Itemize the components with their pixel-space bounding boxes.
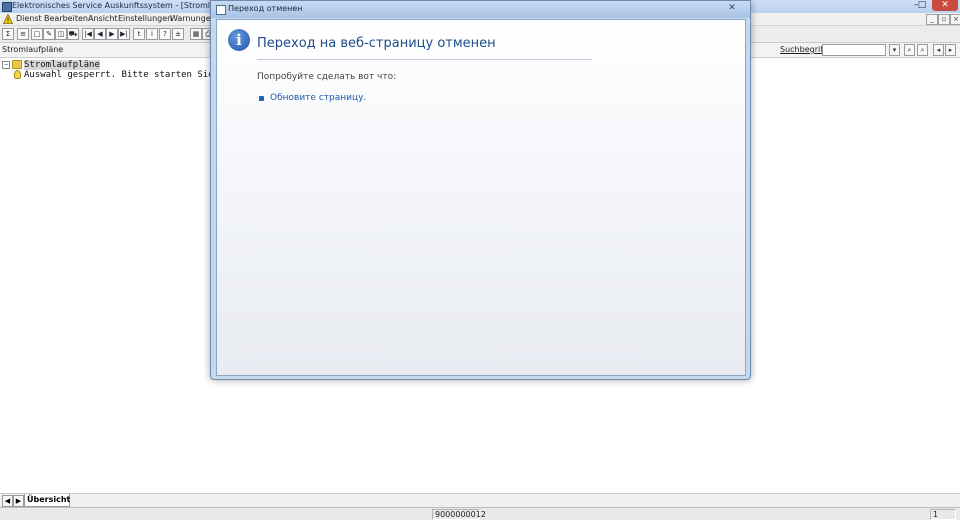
dialog-heading: Переход на веб-страницу отменен — [257, 36, 496, 51]
mdi-restore-button[interactable]: ▫ — [938, 14, 950, 25]
dialog-title-bar: Переход отменен ✕ — [211, 1, 750, 18]
menu-ansicht[interactable]: Ansicht — [88, 14, 118, 23]
close-button[interactable]: ✕ — [932, 0, 958, 11]
divider — [257, 59, 592, 60]
search-dropdown-icon[interactable]: ▾ — [889, 44, 900, 56]
dialog-window-icon — [216, 5, 226, 15]
find-next-icon[interactable]: ⌕ — [917, 44, 928, 56]
plus-minus-icon[interactable]: ± — [172, 28, 184, 40]
status-code: 9000000012 — [432, 509, 486, 520]
info-icon: i — [228, 29, 250, 51]
dialog-body: i Переход на веб-страницу отменен Попроб… — [216, 19, 746, 376]
prev-icon[interactable]: ◀ — [94, 28, 106, 40]
tree-view: − Stromlaufpläne Auswahl gesperrt. Bitte … — [0, 59, 214, 99]
car-icon[interactable]: ⛟ — [67, 28, 79, 40]
maximize-button[interactable]: □ — [912, 0, 932, 11]
tab-next-icon[interactable]: ▶ — [13, 495, 24, 507]
tree-child-item[interactable]: Auswahl gesperrt. Bitte starten Sie — [14, 70, 214, 80]
tree-child-label: Auswahl gesperrt. Bitte starten Sie — [24, 70, 214, 80]
page-icon[interactable]: □ — [31, 28, 43, 40]
bullet-icon — [259, 96, 264, 101]
menu-bearbeiten[interactable]: Bearbeiten — [44, 14, 88, 23]
suggestion-text: Попробуйте сделать вот что: — [257, 72, 397, 82]
tree-root-item[interactable]: − Stromlaufpläne — [2, 60, 100, 70]
menu-einstellungen[interactable]: Einstellungen — [118, 14, 172, 23]
dialog-close-button[interactable]: ✕ — [722, 2, 742, 14]
app-icon — [2, 2, 12, 12]
scroll-right-icon[interactable]: ▸ — [945, 44, 956, 56]
find-icon[interactable]: ⌕ — [904, 44, 915, 56]
mdi-close-button[interactable]: × — [950, 14, 960, 25]
info-icon[interactable]: i — [146, 28, 158, 40]
help-icon[interactable]: ? — [159, 28, 171, 40]
edit-icon[interactable]: ✎ — [43, 28, 55, 40]
collapse-icon[interactable]: − — [2, 60, 10, 69]
last-icon[interactable]: ▶| — [118, 28, 130, 40]
navigation-canceled-dialog: Переход отменен ✕ i Переход на веб-стран… — [210, 0, 751, 380]
mdi-minimize-button[interactable]: _ — [926, 14, 938, 25]
refresh-page-link[interactable]: Обновите страницу. — [270, 93, 366, 103]
search-input[interactable] — [822, 44, 886, 56]
section-label: Stromlaufpläne — [2, 45, 64, 54]
dialog-title: Переход отменен — [228, 4, 303, 13]
tab-bar: ◀ ▶ Übersicht — [0, 493, 960, 507]
list-icon[interactable]: ≡ — [17, 28, 29, 40]
tree-root-label: Stromlaufpläne — [24, 60, 100, 70]
window-icon[interactable]: ◫ — [55, 28, 67, 40]
status-page: 1 — [930, 509, 956, 520]
status-bar: 9000000012 1 — [0, 507, 960, 520]
warning-icon — [3, 14, 13, 24]
folder-icon — [12, 60, 22, 69]
grid-icon[interactable]: ▦ — [190, 28, 202, 40]
text-icon[interactable]: t — [133, 28, 145, 40]
first-icon[interactable]: |◀ — [82, 28, 94, 40]
tab-uebersicht[interactable]: Übersicht — [24, 494, 70, 507]
bulb-icon — [14, 70, 21, 79]
sum-icon[interactable]: Σ — [2, 28, 14, 40]
menu-dienst[interactable]: Dienst — [16, 14, 42, 23]
next-icon[interactable]: ▶ — [106, 28, 118, 40]
scroll-left-icon[interactable]: ◂ — [933, 44, 944, 56]
menu-warnungen[interactable]: Warnungen — [170, 14, 216, 23]
tab-prev-icon[interactable]: ◀ — [2, 495, 13, 507]
